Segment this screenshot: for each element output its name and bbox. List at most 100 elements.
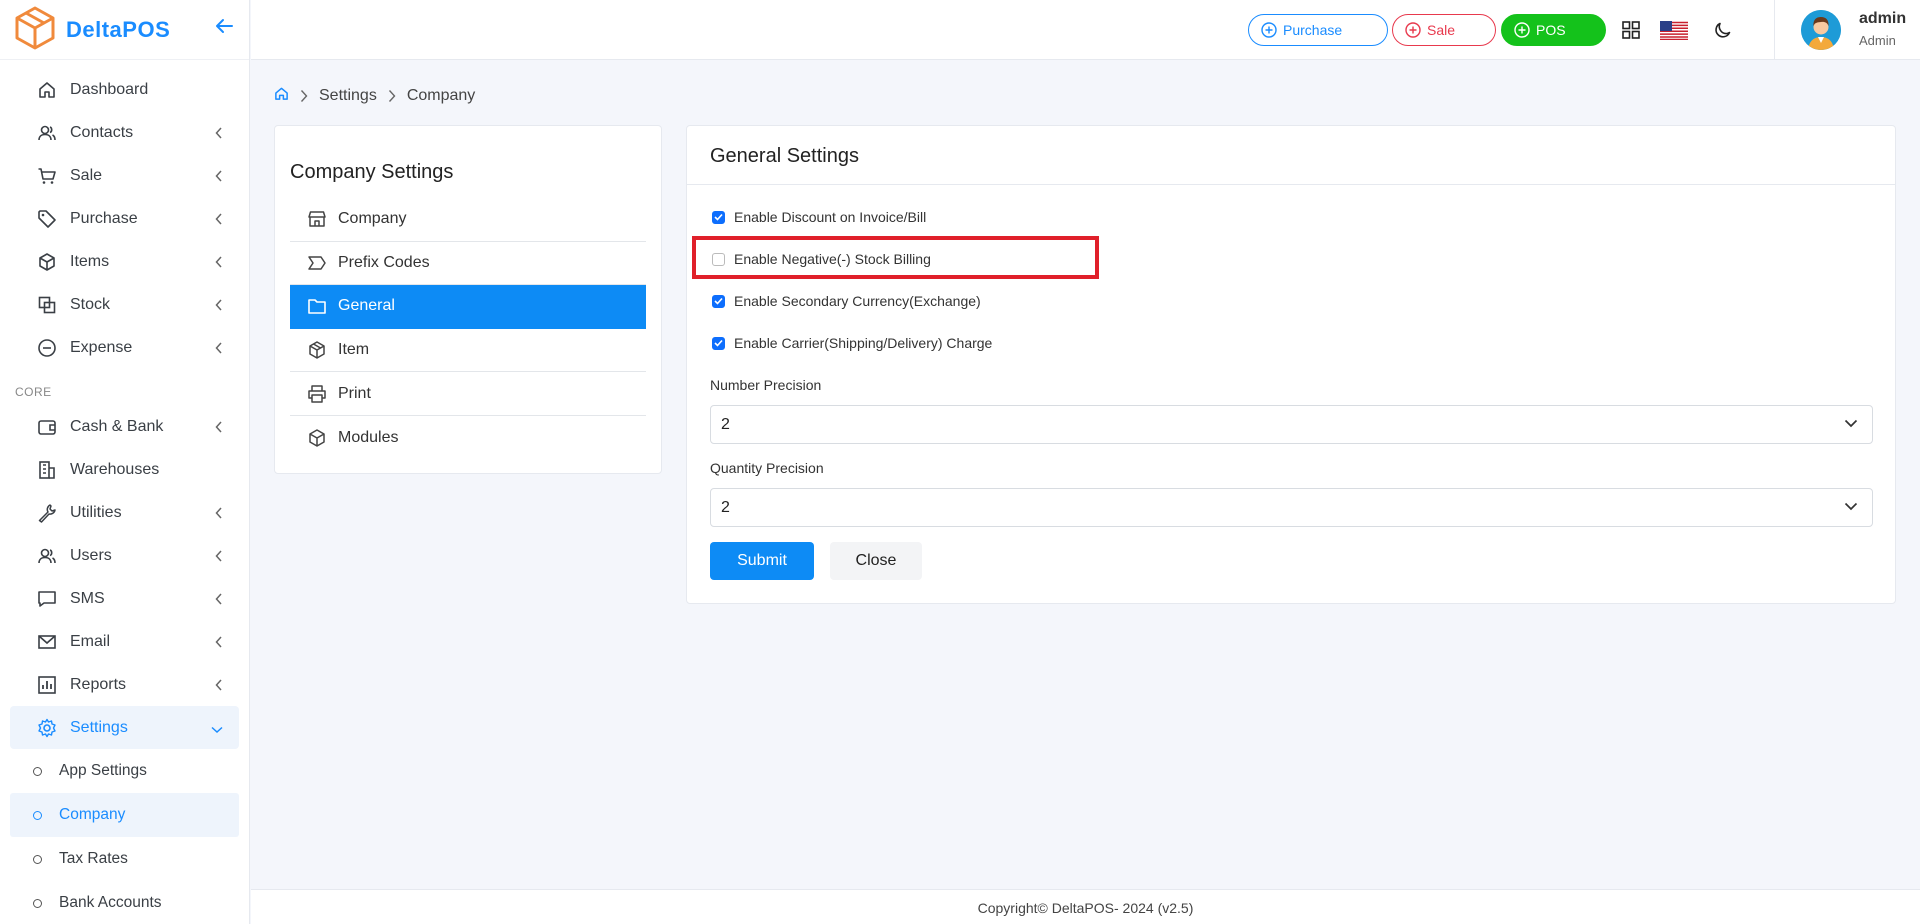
tag-icon [36, 208, 58, 230]
sidebar-subitem-label: App Settings [59, 762, 147, 779]
user-name: admin [1859, 10, 1907, 27]
copyright-text: Copyright© DeltaPOS- 2024 (v2.5) [977, 900, 1194, 916]
sidebar-collapse-button[interactable] [212, 16, 236, 40]
company-settings-menu: Company Prefix Codes General Item Print … [290, 198, 646, 460]
quick-sale-button[interactable]: Sale [1392, 14, 1496, 46]
sidebar-item-label: Contacts [70, 123, 134, 141]
sidebar-subitem-company[interactable]: Company [10, 793, 239, 837]
sidebar-item-label: Utilities [70, 503, 122, 521]
sidebar-item-settings[interactable]: Settings [10, 706, 239, 749]
sidebar-item-email[interactable]: Email [10, 620, 239, 663]
option-label: Enable Secondary Currency(Exchange) [734, 293, 981, 309]
option-enable-negative-stock[interactable]: Enable Negative(-) Stock Billing [712, 249, 931, 269]
option-label: Enable Negative(-) Stock Billing [734, 251, 931, 267]
sidebar-item-stock[interactable]: Stock [10, 283, 239, 326]
option-label: Enable Carrier(Shipping/Delivery) Charge [734, 335, 993, 351]
gear-icon [36, 717, 58, 739]
footer: Copyright© DeltaPOS- 2024 (v2.5) [251, 889, 1920, 924]
user-menu[interactable]: admin Admin [1774, 0, 1920, 60]
close-button[interactable]: Close [830, 542, 922, 580]
brand-name: DeltaPOS [66, 16, 171, 42]
home-icon[interactable] [274, 86, 289, 106]
sidebar-subitem-label: Bank Accounts [59, 894, 162, 911]
chevron-left-icon [215, 549, 223, 567]
checkbox-checked[interactable] [712, 210, 725, 224]
number-precision-value: 2 [721, 415, 730, 433]
chevron-left-icon [215, 126, 223, 144]
checkbox-checked[interactable] [712, 294, 725, 308]
quick-pos-button[interactable]: POS [1501, 14, 1606, 46]
general-settings-card: General Settings Enable Discount on Invo… [686, 125, 1896, 604]
checkbox-unchecked[interactable] [712, 252, 725, 266]
cart-icon [36, 165, 58, 187]
checkbox-checked[interactable] [712, 336, 725, 350]
settings-menu-label: Item [338, 341, 370, 359]
settings-menu-company[interactable]: Company [290, 198, 646, 242]
sidebar: DeltaPOS Dashboard Contacts Sale Purchas… [0, 0, 250, 924]
sidebar-item-cash-bank[interactable]: Cash & Bank [10, 405, 239, 448]
dark-mode-moon-icon[interactable] [1712, 19, 1734, 41]
home-icon [36, 79, 58, 101]
sidebar-item-label: Settings [70, 718, 128, 736]
plus-circle-icon [1405, 22, 1421, 38]
settings-menu-print[interactable]: Print [290, 372, 646, 416]
sidebar-item-sale[interactable]: Sale [10, 154, 239, 197]
settings-menu-modules[interactable]: Modules [290, 416, 646, 460]
submit-button[interactable]: Submit [710, 542, 814, 580]
sidebar-item-label: Purchase [70, 209, 138, 227]
sidebar-item-contacts[interactable]: Contacts [10, 111, 239, 154]
breadcrumb: Settings Company [274, 86, 475, 106]
option-enable-secondary-currency[interactable]: Enable Secondary Currency(Exchange) [712, 291, 981, 311]
sidebar-item-dashboard[interactable]: Dashboard [10, 68, 239, 111]
us-flag-icon[interactable] [1660, 19, 1688, 41]
breadcrumb-settings[interactable]: Settings [319, 87, 377, 105]
plus-circle-icon [1261, 22, 1277, 38]
quantity-precision-label: Quantity Precision [710, 460, 824, 476]
plus-circle-icon [1514, 22, 1530, 38]
box-icon [36, 251, 58, 273]
bullet-icon [33, 811, 42, 820]
sidebar-subitem-tax-rates[interactable]: Tax Rates [10, 837, 239, 881]
wrench-icon [36, 502, 58, 524]
sidebar-item-label: Expense [70, 338, 133, 356]
arrow-left-icon [215, 18, 233, 38]
prefix-icon [306, 252, 328, 274]
sidebar-item-sms[interactable]: SMS [10, 577, 239, 620]
option-enable-discount[interactable]: Enable Discount on Invoice/Bill [712, 207, 926, 227]
chevron-left-icon [215, 255, 223, 273]
sidebar-item-items[interactable]: Items [10, 240, 239, 283]
settings-menu-label: Modules [338, 428, 399, 446]
sidebar-item-label: Warehouses [70, 460, 160, 478]
option-enable-carrier-charge[interactable]: Enable Carrier(Shipping/Delivery) Charge [712, 333, 992, 353]
sidebar-subitem-bank-accounts[interactable]: Bank Accounts [10, 881, 239, 924]
sidebar-item-label: Reports [70, 675, 127, 693]
settings-menu-general[interactable]: General [290, 285, 646, 329]
chevron-left-icon [215, 212, 223, 230]
bullet-icon [33, 855, 42, 864]
sidebar-item-warehouses[interactable]: Warehouses [10, 448, 239, 491]
sidebar-item-users[interactable]: Users [10, 534, 239, 577]
chevron-down-icon [1844, 502, 1858, 511]
settings-menu-label: Prefix Codes [338, 253, 430, 271]
settings-menu-prefix-codes[interactable]: Prefix Codes [290, 242, 646, 286]
quantity-precision-value: 2 [721, 498, 730, 516]
sidebar-subitem-app-settings[interactable]: App Settings [10, 749, 239, 793]
quantity-precision-select[interactable]: 2 [710, 488, 1873, 527]
bullet-icon [33, 767, 42, 776]
user-role: Admin [1859, 33, 1896, 48]
sidebar-item-reports[interactable]: Reports [10, 663, 239, 706]
sidebar-item-purchase[interactable]: Purchase [10, 197, 239, 240]
sidebar-item-label: Cash & Bank [70, 417, 164, 435]
number-precision-label: Number Precision [710, 377, 822, 393]
sidebar-item-expense[interactable]: Expense [10, 326, 239, 369]
sidebar-item-utilities[interactable]: Utilities [10, 491, 239, 534]
quick-purchase-button[interactable]: Purchase [1248, 14, 1388, 46]
users-icon [36, 122, 58, 144]
sidebar-section-label: CORE [15, 385, 52, 399]
settings-menu-label: Print [338, 384, 371, 402]
settings-menu-item[interactable]: Item [290, 329, 646, 373]
number-precision-select[interactable]: 2 [710, 405, 1873, 444]
sidebar-item-label: Users [70, 546, 112, 564]
apps-grid-icon[interactable] [1620, 19, 1642, 41]
sidebar-subitem-label: Company [59, 806, 126, 823]
